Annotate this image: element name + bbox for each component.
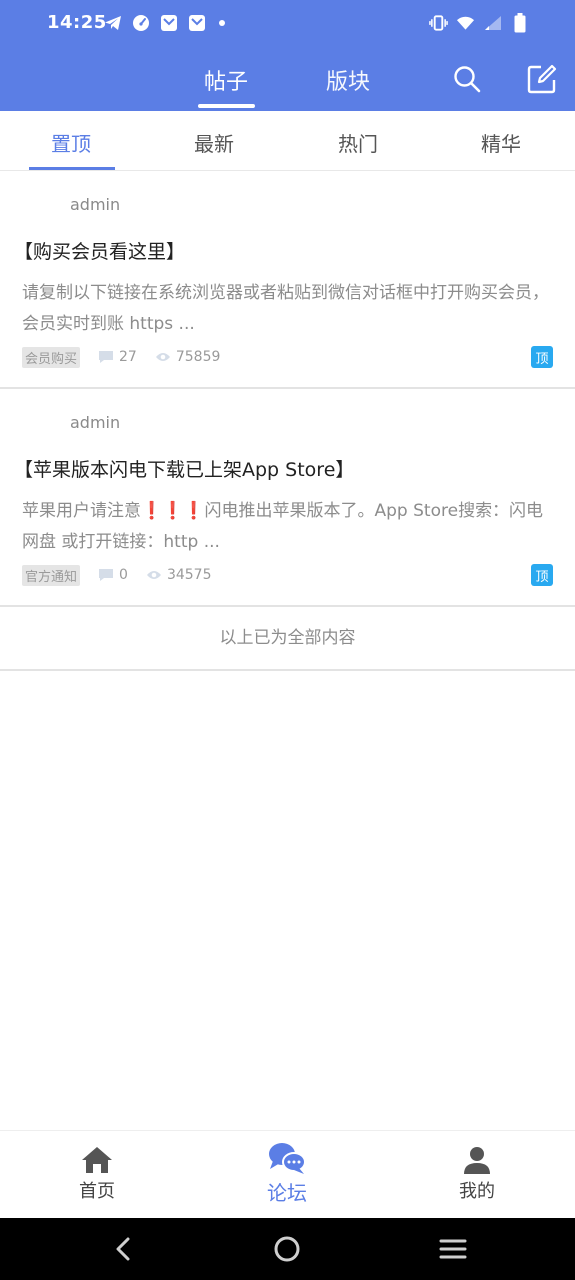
home-icon: [82, 1147, 112, 1173]
active-subtab-indicator: [29, 167, 115, 170]
eye-icon: [146, 571, 161, 579]
active-tab-indicator: [198, 104, 255, 108]
wifi-icon: [456, 13, 475, 32]
app-header: 14:25 帖子 版块: [0, 0, 575, 111]
tab-posts[interactable]: 帖子: [204, 64, 248, 96]
edit-icon[interactable]: [527, 64, 557, 94]
comment-count: 0: [98, 567, 128, 583]
speed-icon: [131, 13, 150, 32]
user-icon: [464, 1147, 490, 1174]
post-excerpt: 苹果用户请注意❗❗❗闪电推出苹果版本了。App Store搜索：闪电网盘 或打开…: [22, 496, 557, 558]
exclamation-marks: ❗❗❗: [141, 501, 205, 521]
telegram-icon: [103, 13, 122, 32]
vibrate-icon: [429, 13, 448, 32]
mail-icon: [187, 13, 206, 32]
subtab-hot[interactable]: 热门: [338, 128, 378, 157]
comment-count-value: 0: [119, 567, 128, 583]
search-icon[interactable]: [452, 64, 482, 94]
post-author[interactable]: admin: [70, 195, 120, 214]
post-title[interactable]: 【苹果版本闪电下载已上架App Store】: [14, 455, 354, 482]
status-notification-icons: [103, 13, 225, 32]
comment-icon: [99, 351, 114, 363]
view-count: 75859: [155, 349, 221, 365]
status-bar: 14:25: [0, 0, 575, 48]
top-nav: 帖子 版块: [0, 48, 575, 111]
post-item[interactable]: admin 【购买会员看这里】 请复制以下链接在系统浏览器或者粘贴到微信对话框中…: [0, 171, 575, 389]
post-excerpt: 请复制以下链接在系统浏览器或者粘贴到微信对话框中打开购买会员，会员实时到账 ht…: [22, 283, 549, 334]
post-meta: 官方通知 0 34575: [22, 564, 229, 586]
signal-icon: [483, 13, 502, 32]
view-count: 34575: [146, 567, 212, 583]
nav-forum-label: 论坛: [267, 1181, 307, 1205]
pinned-badge: 顶: [531, 564, 553, 586]
comment-icon: [99, 569, 114, 581]
end-of-list-note: 以上已为全部内容: [0, 607, 575, 671]
pinned-badge: 顶: [531, 346, 553, 368]
post-item[interactable]: admin 【苹果版本闪电下载已上架App Store】 苹果用户请注意❗❗❗闪…: [0, 389, 575, 607]
subtab-featured[interactable]: 精华: [481, 128, 521, 157]
post-tag[interactable]: 官方通知: [22, 564, 81, 586]
more-notifications-dot-icon: [219, 19, 225, 26]
nav-home-label: 首页: [79, 1181, 115, 1202]
screen: 14:25 帖子 版块 置顶 最新 热门 精华 admin 【购买会员看这里】 …: [0, 0, 575, 1280]
eye-icon: [155, 353, 170, 361]
nav-forum[interactable]: 论坛: [242, 1141, 332, 1206]
menu-lines-icon[interactable]: [438, 1234, 468, 1264]
nav-me-label: 我的: [459, 1181, 495, 1202]
post-meta: 会员购买 27 75859: [22, 346, 238, 368]
view-count-value: 75859: [175, 349, 221, 365]
tab-boards[interactable]: 版块: [326, 64, 370, 96]
post-author[interactable]: admin: [70, 413, 120, 432]
bottom-nav: 首页 论坛 我的: [0, 1130, 575, 1218]
comment-count-value: 27: [119, 349, 137, 365]
status-system-icons: [429, 12, 529, 32]
subtab-pinned[interactable]: 置顶: [51, 128, 91, 157]
mail-icon: [159, 13, 178, 32]
home-circle-icon[interactable]: [272, 1234, 302, 1264]
comment-count: 27: [98, 349, 137, 365]
view-count-value: 34575: [166, 567, 212, 583]
chat-bubbles-icon: [269, 1143, 306, 1174]
subtab-latest[interactable]: 最新: [194, 128, 234, 157]
status-time: 14:25: [47, 12, 107, 33]
system-nav-bar: [0, 1218, 575, 1280]
nav-home[interactable]: 首页: [52, 1145, 142, 1203]
nav-me[interactable]: 我的: [432, 1145, 522, 1203]
post-excerpt-part: 苹果用户请注意: [22, 501, 141, 521]
battery-icon: [510, 12, 529, 32]
sub-tabs: 置顶 最新 热门 精华: [0, 111, 575, 171]
back-icon[interactable]: [108, 1234, 138, 1264]
post-title[interactable]: 【购买会员看这里】: [14, 237, 185, 264]
post-tag[interactable]: 会员购买: [22, 346, 81, 368]
